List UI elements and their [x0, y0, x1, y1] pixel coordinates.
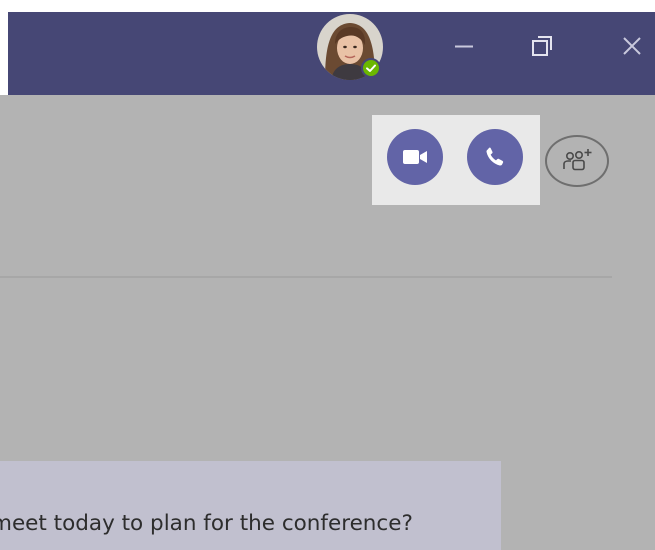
- restore-icon: [532, 36, 552, 56]
- chat-message-text: meet today to plan for the conference?: [0, 511, 413, 536]
- audio-call-button[interactable]: [467, 129, 523, 185]
- presence-available-icon: [361, 58, 381, 78]
- restore-button[interactable]: [520, 24, 564, 68]
- minimize-icon: [455, 45, 473, 48]
- close-icon: [623, 37, 641, 55]
- video-camera-icon: [403, 150, 427, 164]
- minimize-button[interactable]: [442, 24, 486, 68]
- add-people-button[interactable]: [545, 135, 609, 187]
- chat-message: meet today to plan for the conference?: [0, 461, 501, 550]
- phone-icon: [486, 147, 504, 166]
- add-people-icon: [563, 149, 592, 171]
- chat-message-text-line: meet today to plan for the conference?: [0, 509, 501, 539]
- close-button[interactable]: [610, 24, 654, 68]
- video-call-button[interactable]: [387, 129, 443, 185]
- message-divider: [0, 276, 612, 278]
